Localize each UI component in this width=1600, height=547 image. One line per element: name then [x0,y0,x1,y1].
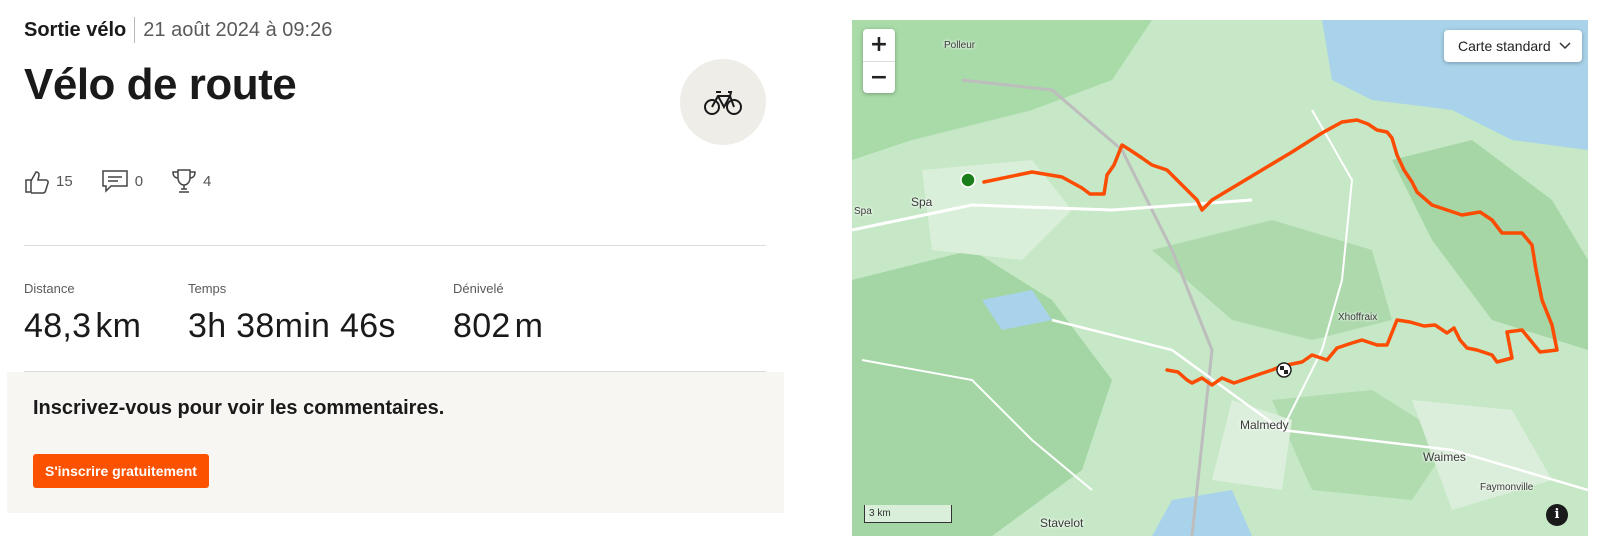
kudos-count: 15 [56,172,73,190]
stats-row: Distance 48,3 km Temps 3h 38min 46s Déniv… [24,281,543,346]
stat-value: 802 m [453,307,544,345]
stat-time: Temps 3h 38min 46s [188,281,453,346]
map-scale: 3 km [864,505,952,523]
finish-marker [1276,362,1292,378]
sport-badge [680,59,766,145]
achievements[interactable]: 4 [171,168,211,194]
stat-elevation: Dénivelé 802 m [453,281,543,346]
zoom-in-button[interactable]: + [863,29,895,61]
trophy-icon [172,169,196,193]
stat-value: 3h 38min 46s [188,307,396,345]
route-map[interactable]: Polleur Spa Spa Xhoffraix Malmedy Waimes… [852,20,1588,536]
thumbs-up-icon [25,171,49,194]
place-waimes: Waimes [1423,450,1466,464]
activity-header: Sortie vélo 21 août 2024 à 09:26 [24,17,332,43]
place-spa: Spa [911,195,933,209]
stat-value: 48,3 km [24,307,142,345]
place-faymonville: Faymonville [1480,482,1534,493]
divider-top [24,245,766,246]
place-spa-left: Spa [854,206,872,217]
comments-signup-box: Inscrivez-vous pour voir les commentaire… [7,372,784,513]
stat-distance: Distance 48,3 km [24,281,188,346]
activity-date: 21 août 2024 à 09:26 [143,18,333,41]
comments[interactable]: 0 [101,169,143,193]
zoom-out-button[interactable]: − [863,62,895,94]
place-polleur: Polleur [944,40,976,51]
signup-button[interactable]: S'inscrire gratuitement [33,454,209,488]
stat-label: Distance [24,281,75,296]
info-icon[interactable]: i [1546,504,1568,526]
place-stavelot: Stavelot [1040,516,1084,530]
social-bar: 15 0 4 [24,168,211,194]
activity-title: Vélo de route [24,60,297,109]
comments-count: 0 [134,172,144,190]
chevron-down-icon [1559,42,1571,50]
map-style-select[interactable]: Carte standard [1444,30,1582,62]
kudos[interactable]: 15 [24,168,73,194]
place-xhoffraix: Xhoffraix [1338,312,1378,323]
start-marker [960,172,976,188]
zoom-controls: + − [863,29,895,93]
achievements-count: 4 [203,172,212,190]
place-malmedy: Malmedy [1240,418,1289,432]
activity-type: Sortie vélo [24,18,127,41]
stat-label: Temps [188,281,227,296]
activity-panel: Sortie vélo 21 août 2024 à 09:26 Vélo de… [0,0,800,547]
map-canvas[interactable] [852,20,1588,536]
comment-icon [101,170,128,193]
map-style-label: Carte standard [1458,38,1551,54]
header-separator [134,17,136,43]
stat-label: Dénivelé [453,281,504,296]
bike-icon [704,91,742,115]
comments-signup-message: Inscrivez-vous pour voir les commentaire… [33,397,445,419]
